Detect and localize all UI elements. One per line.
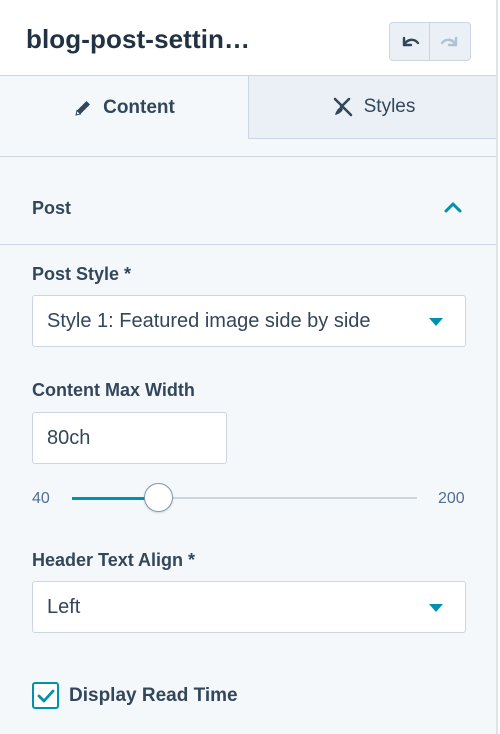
section-header-post[interactable] <box>0 158 496 245</box>
redo-icon <box>440 36 458 46</box>
section-title: Post <box>32 198 72 218</box>
checkmark-icon <box>37 689 54 702</box>
post-style-value: Style 1: Featured image side by side <box>47 310 371 332</box>
undo-icon <box>402 36 419 46</box>
header-text-align-value: Left <box>47 596 81 618</box>
post-style-label: Post Style * <box>32 264 132 284</box>
tab-divider <box>0 139 496 157</box>
content-max-width-label: Content Max Width <box>32 380 195 400</box>
header-text-align-label: Header Text Align * <box>32 550 196 570</box>
slider-max-label: 200 <box>438 490 465 507</box>
tab-styles[interactable]: Styles <box>249 76 496 139</box>
redo-button[interactable] <box>430 23 470 60</box>
content-max-width-input[interactable] <box>32 412 227 464</box>
undo-redo-group <box>389 22 471 61</box>
tab-bar: Content Styles <box>0 76 496 139</box>
display-read-time-checkbox[interactable] <box>32 682 59 709</box>
chevron-up-icon[interactable] <box>444 200 462 214</box>
tab-content[interactable]: Content <box>0 76 249 139</box>
panel-header: blog-post-settin… <box>0 0 496 76</box>
display-read-time-label: Display Read Time <box>69 685 238 706</box>
tab-content-label: Content <box>103 96 175 118</box>
undo-button[interactable] <box>390 23 431 60</box>
sidebar-panel: blog-post-settin… Content Styles Post Po… <box>0 0 498 734</box>
pencil-icon <box>75 100 91 116</box>
slider-thumb[interactable] <box>144 483 173 512</box>
tab-styles-label: Styles <box>363 96 416 117</box>
content-width-slider[interactable] <box>72 483 417 512</box>
chevron-down-icon <box>429 318 443 326</box>
header-text-align-select[interactable]: Left <box>32 581 466 633</box>
post-style-select[interactable]: Style 1: Featured image side by side <box>32 295 466 347</box>
slider-min-label: 40 <box>32 490 50 507</box>
chevron-down-icon <box>429 604 443 612</box>
module-title: blog-post-settin… <box>26 24 251 54</box>
brush-icon <box>333 97 352 117</box>
